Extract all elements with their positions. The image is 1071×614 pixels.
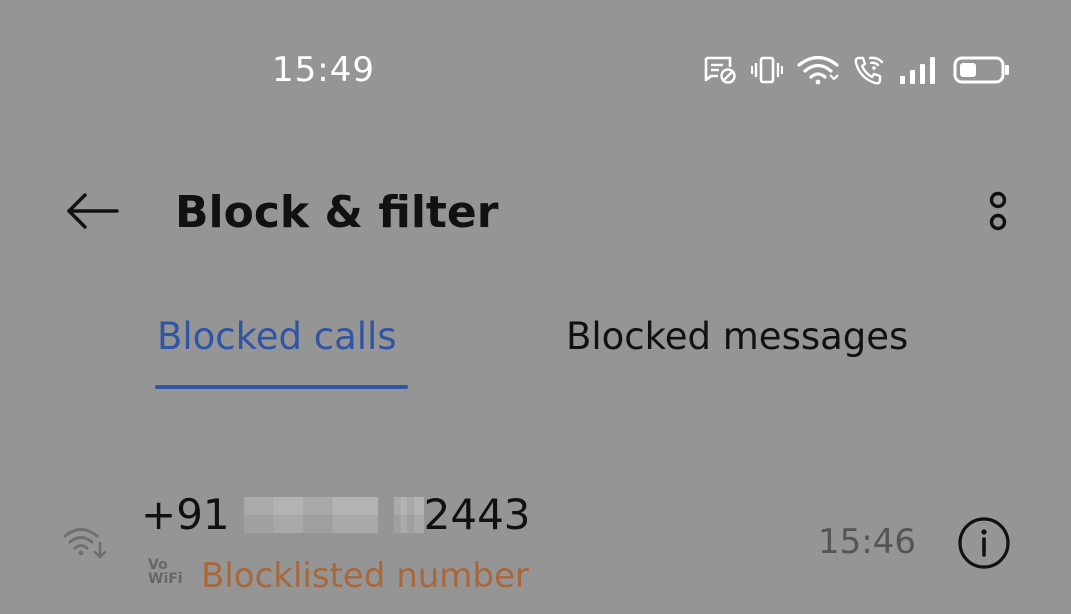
status-time: 15:49 xyxy=(272,50,375,90)
back-button[interactable] xyxy=(60,184,124,242)
tab-blocked-messages[interactable]: Blocked messages xyxy=(566,314,908,360)
call-time: 15:46 xyxy=(818,522,916,562)
blocked-call-item[interactable]: +91 2443 Vo WiFi Blocklisted number 15:4… xyxy=(0,470,1071,614)
info-icon xyxy=(957,517,1011,574)
call-number-prefix: +91 xyxy=(141,490,230,539)
call-block-reason: Blocklisted number xyxy=(201,556,529,596)
tab-blocked-calls[interactable]: Blocked calls xyxy=(157,314,397,360)
masked-digits xyxy=(243,497,378,533)
signal-icon xyxy=(899,55,939,85)
vibrate-icon xyxy=(751,55,783,85)
masked-digits xyxy=(393,497,424,533)
wifi-calling-icon xyxy=(853,54,885,86)
more-options-button[interactable] xyxy=(972,184,1024,242)
call-info-button[interactable] xyxy=(957,516,1011,570)
wifi-call-incoming-icon xyxy=(62,526,108,564)
page-title: Block & filter xyxy=(175,187,499,238)
active-tab-indicator xyxy=(155,385,408,389)
call-number: +91 2443 xyxy=(141,490,531,540)
vowifi-badge: Vo WiFi xyxy=(148,557,183,587)
blocked-message-notification-icon xyxy=(703,55,737,85)
more-vertical-icon xyxy=(986,189,1010,237)
arrow-left-icon xyxy=(65,191,119,235)
battery-icon xyxy=(953,55,1011,85)
status-bar: 15:49 xyxy=(0,0,1071,130)
wifi-icon xyxy=(797,55,839,85)
call-number-suffix: 2443 xyxy=(423,490,531,539)
status-icons xyxy=(703,52,1011,88)
